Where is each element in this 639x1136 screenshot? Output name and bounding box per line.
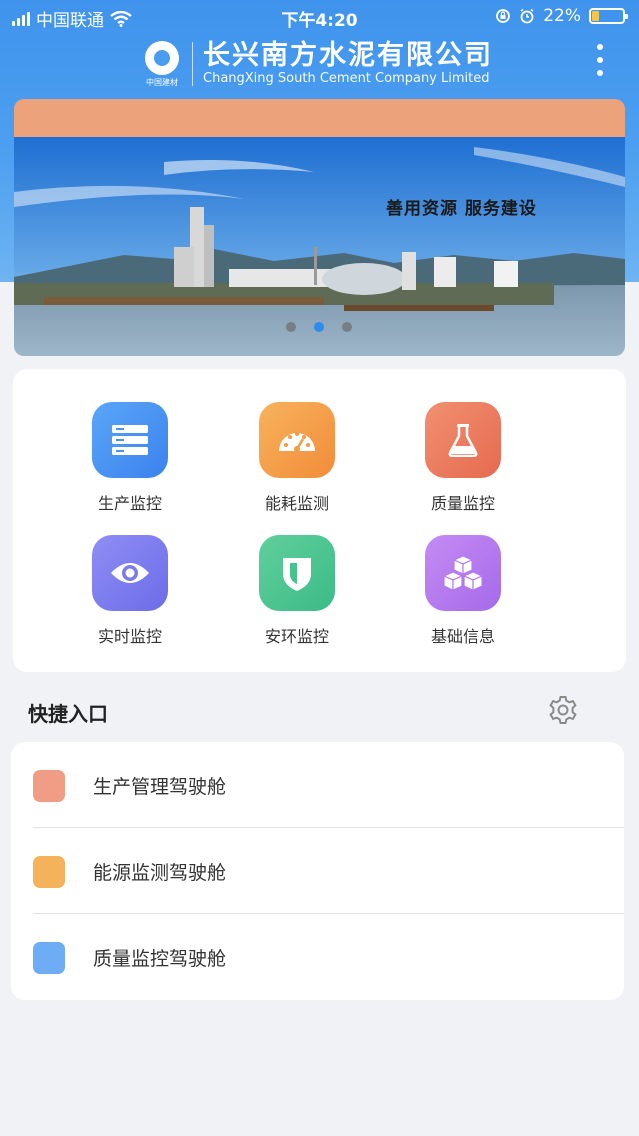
quick-entry-label: 能源监测驾驶舱 xyxy=(93,862,227,884)
company-name-cn: 长兴南方水泥有限公司 xyxy=(203,40,493,71)
server-list-icon xyxy=(112,425,148,455)
quick-entry-label: 生产管理驾驶舱 xyxy=(93,776,227,798)
gear-icon[interactable] xyxy=(547,694,579,726)
function-production-monitor[interactable]: 生产监控 xyxy=(70,402,190,514)
banner-carousel[interactable]: 善用资源 服务建设 xyxy=(14,99,625,356)
function-icon-tile xyxy=(425,535,501,611)
function-energy-monitor[interactable]: 能耗监测 xyxy=(237,402,357,514)
alarm-icon xyxy=(520,8,534,24)
function-label: 质量监控 xyxy=(430,494,495,513)
battery-percent: 22% xyxy=(543,6,581,26)
quick-entry-color-badge xyxy=(33,856,65,888)
quick-entry-title: 快捷入口 xyxy=(28,702,108,726)
eye-icon xyxy=(111,563,149,583)
function-icon-tile xyxy=(92,535,168,611)
function-icon-tile xyxy=(259,535,335,611)
quick-entry-color-badge xyxy=(33,942,65,974)
carousel-dot-active[interactable] xyxy=(314,322,324,332)
function-basic-info[interactable]: 基础信息 xyxy=(403,535,523,647)
brand-divider xyxy=(192,42,193,86)
function-label: 基础信息 xyxy=(430,627,495,646)
function-label: 安环监控 xyxy=(264,627,329,646)
quick-entry-item[interactable]: 能源监测驾驶舱 xyxy=(11,828,624,914)
function-icon-tile xyxy=(425,402,501,478)
function-quality-monitor[interactable]: 质量监控 xyxy=(403,402,523,514)
quick-entry-item[interactable]: 质量监控驾驶舱 xyxy=(11,914,624,1000)
status-bar: 中国联通 下午4:20 22% xyxy=(0,0,639,34)
rotation-lock-icon xyxy=(496,9,511,23)
shield-icon xyxy=(283,558,311,591)
function-icon-tile xyxy=(92,402,168,478)
logo-text: 中国建材 xyxy=(146,77,178,87)
function-label: 能耗监测 xyxy=(264,494,329,513)
carousel-dot[interactable] xyxy=(342,322,352,332)
battery-icon xyxy=(589,8,628,24)
function-label: 生产监控 xyxy=(97,494,162,513)
quick-entry-list: 生产管理驾驶舱 能源监测驾驶舱 质量监控驾驶舱 xyxy=(11,742,624,1000)
cubes-icon xyxy=(442,555,484,591)
gauge-icon xyxy=(279,432,315,452)
function-grid: 生产监控 能耗监测 质量监控 实时监控 安环监控 基础信息 xyxy=(13,369,626,672)
quick-entry-label: 质量监控驾驶舱 xyxy=(93,948,227,970)
banner-stripe xyxy=(14,99,625,137)
company-name-en: ChangXing South Cement Company Limited xyxy=(203,71,490,86)
function-label: 实时监控 xyxy=(97,627,162,646)
carousel-dots[interactable] xyxy=(286,322,352,332)
more-vertical-icon[interactable] xyxy=(595,44,605,76)
banner-slogan: 善用资源 服务建设 xyxy=(386,199,537,219)
function-realtime-monitor[interactable]: 实时监控 xyxy=(70,535,190,647)
logo-mark xyxy=(145,40,179,75)
company-logo: 中国建材 xyxy=(140,40,184,88)
function-icon-tile xyxy=(259,402,335,478)
carousel-dot[interactable] xyxy=(286,322,296,332)
quick-entry-item[interactable]: 生产管理驾驶舱 xyxy=(11,742,624,828)
quick-entry-color-badge xyxy=(33,770,65,802)
flask-icon xyxy=(448,424,478,457)
brand-header: 中国建材 长兴南方水泥有限公司 ChangXing South Cement C… xyxy=(140,38,493,90)
function-safety-env-monitor[interactable]: 安环监控 xyxy=(237,535,357,647)
